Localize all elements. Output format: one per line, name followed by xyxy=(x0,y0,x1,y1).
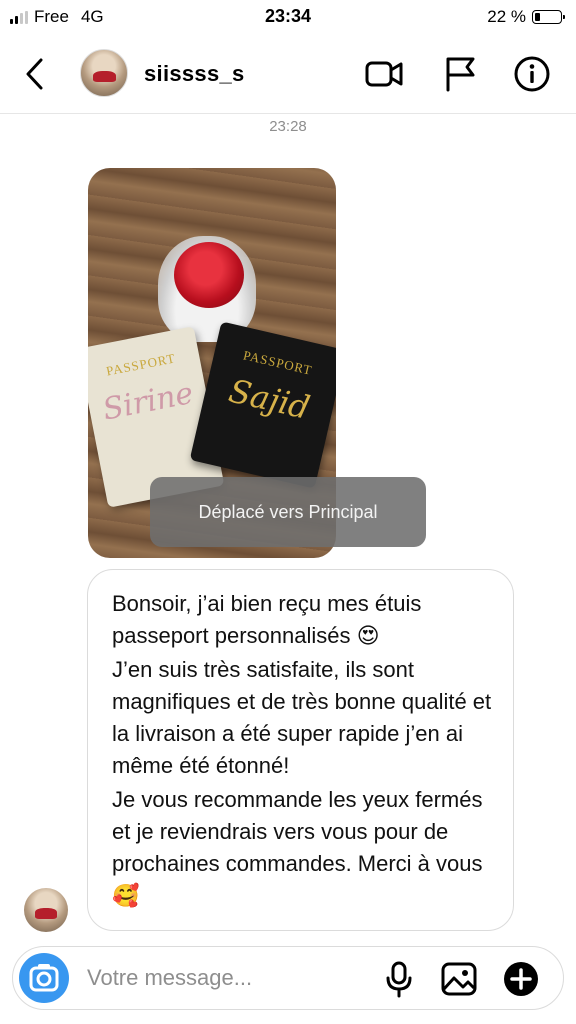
voice-message-button[interactable] xyxy=(379,959,419,999)
battery-percent: 22 % xyxy=(487,7,526,26)
gallery-button[interactable] xyxy=(439,959,479,999)
message-composer xyxy=(12,946,564,1010)
message-paragraph: J’en suis très satisfaite, ils sont magn… xyxy=(112,657,492,778)
passport-name: Sirine xyxy=(99,375,197,428)
video-call-button[interactable] xyxy=(364,54,404,94)
flag-icon xyxy=(446,57,475,92)
status-bar: Free 4G 23:34 22 % xyxy=(0,0,576,34)
gallery-icon xyxy=(441,962,477,996)
passport-cover-black: PASSPORT Sajid xyxy=(189,321,336,489)
message-paragraph: Bonsoir, j’ai bien reçu mes étuis passep… xyxy=(112,591,422,648)
sender-avatar[interactable] xyxy=(24,888,68,932)
more-button[interactable] xyxy=(501,959,541,999)
profile-avatar[interactable] xyxy=(80,49,128,97)
camera-button[interactable] xyxy=(19,953,69,1003)
video-camera-icon xyxy=(365,61,403,87)
info-button[interactable] xyxy=(512,54,552,94)
chevron-left-icon xyxy=(26,58,43,90)
report-button[interactable] xyxy=(440,54,480,94)
back-button[interactable] xyxy=(20,56,52,92)
battery-icon xyxy=(532,10,565,24)
plus-circle-icon xyxy=(504,962,538,996)
chat-header: siissss_s xyxy=(0,34,576,114)
message-paragraph: Je vous recommande les yeux fermés et je… xyxy=(112,787,483,908)
microphone-icon xyxy=(386,961,412,998)
battery-info: 22 % xyxy=(487,7,565,27)
moved-toast: Déplacé vers Principal xyxy=(150,477,426,547)
message-bubble[interactable]: Bonsoir, j’ai bien reçu mes étuis passep… xyxy=(87,569,514,931)
chat-username[interactable]: siissss_s xyxy=(144,61,245,87)
rose xyxy=(174,242,244,308)
info-icon xyxy=(514,56,550,92)
message-timestamp: 23:28 xyxy=(269,118,307,135)
message-text: Bonsoir, j’ai bien reçu mes étuis passep… xyxy=(112,588,492,912)
message-input[interactable] xyxy=(87,963,367,993)
camera-icon xyxy=(29,964,59,992)
